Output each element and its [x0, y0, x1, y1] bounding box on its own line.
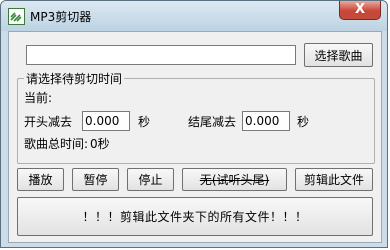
group-title: 请选择待剪切时间 — [24, 70, 125, 87]
cut-time-group: 请选择待剪切时间 当前: 开头减去 秒 结尾减去 秒 歌曲总时间: 0秒 — [17, 70, 375, 164]
total-time-label: 歌曲总时间: — [24, 137, 89, 151]
end-cut-input[interactable] — [242, 111, 290, 131]
start-seconds-unit: 秒 — [138, 115, 151, 129]
cut-folder-button[interactable]: ！！！剪辑此文件夹下的所有文件！！！ — [17, 197, 373, 236]
current-label: 当前: — [24, 91, 53, 105]
end-seconds-unit: 秒 — [297, 115, 310, 129]
end-cut-label: 结尾减去 — [188, 115, 237, 129]
preview-head-tail-label: 无(试听头尾) — [199, 173, 270, 187]
total-time-value: 0秒 — [90, 137, 110, 151]
main-panel: 选择歌曲 请选择待剪切时间 当前: 开头减去 秒 结尾减去 秒 歌曲总时间: 0… — [8, 31, 382, 243]
file-path-input[interactable] — [26, 45, 296, 65]
select-song-button[interactable]: 选择歌曲 — [304, 43, 373, 67]
cut-file-button[interactable]: 剪辑此文件 — [295, 168, 373, 191]
close-button[interactable]: X — [339, 1, 381, 20]
stop-button[interactable]: 停止 — [127, 168, 174, 191]
start-cut-label: 开头减去 — [24, 115, 73, 129]
window-title: MP3剪切器 — [30, 10, 92, 24]
play-button[interactable]: 播放 — [17, 168, 64, 191]
app-icon — [8, 8, 25, 25]
title-bar[interactable]: MP3剪切器 X — [1, 1, 387, 31]
app-window: MP3剪切器 X 选择歌曲 请选择待剪切时间 当前: 开头减去 秒 结尾减去 秒… — [0, 0, 388, 248]
close-icon: X — [354, 2, 366, 17]
preview-head-tail-button[interactable]: 无(试听头尾) — [182, 168, 287, 191]
pause-button[interactable]: 暂停 — [72, 168, 119, 191]
start-cut-input[interactable] — [82, 111, 130, 131]
